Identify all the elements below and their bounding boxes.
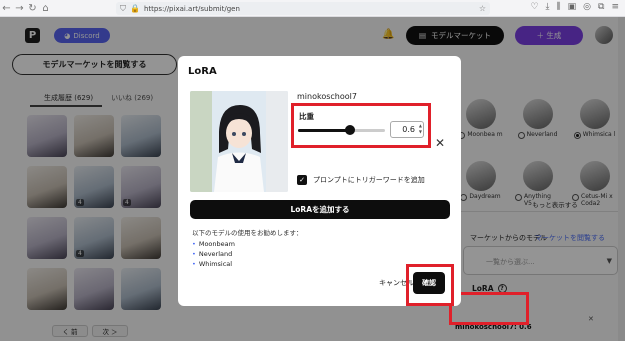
lora-model-name: minokoschool7 [297,92,357,101]
reload-icon[interactable]: ↻ [26,3,39,14]
browser-toolbar: ← → ↻ ⌂ ⛉ 🔒 https://pixai.art/submit/gen… [0,0,625,17]
modal-title: LoRA [188,66,217,77]
list-item: Whimsical [192,259,235,269]
extensions-icon[interactable]: ⧉ [598,2,604,12]
trigger-word-checkbox[interactable]: ✓ [297,175,307,185]
trigger-word-option[interactable]: ✓ プロンプトにトリガーワードを追加 [297,175,425,185]
character-illustration [190,91,288,192]
lora-preview-image [190,91,288,192]
remove-lora-close-icon[interactable]: ✕ [435,136,445,150]
lock-icon: 🔒 [130,4,140,13]
list-item: Neverland [192,249,235,259]
pocket-icon[interactable]: ♡ [530,2,538,12]
download-icon[interactable]: ⤓ [546,2,550,12]
list-item: Moonbeam [192,239,235,249]
account-icon[interactable]: ◎ [583,2,591,12]
library-icon[interactable]: ⫼ [557,2,561,12]
menu-icon[interactable]: ≡ [611,2,619,12]
highlight-box-confirm [406,264,454,306]
recommended-models-list: Moonbeam Neverland Whimsical [192,239,235,269]
url-text: https://pixai.art/submit/gen [143,4,240,13]
bookmark-star-icon[interactable]: ☆ [479,4,486,13]
recommendation-text: 以下のモデルの使用をお勧めします： [192,229,303,237]
shield-icon: ⛉ [120,3,126,13]
sidebar-icon[interactable]: ▣ [568,2,577,12]
home-icon[interactable]: ⌂ [39,3,52,14]
forward-icon[interactable]: → [13,3,26,14]
address-bar[interactable]: ⛉ 🔒 https://pixai.art/submit/gen ☆ [116,2,490,15]
trigger-word-label: プロンプトにトリガーワードを追加 [313,176,425,184]
back-icon[interactable]: ← [0,3,13,14]
highlight-box-chip [449,292,529,325]
lora-modal: LoRA minokoschool7 比重 0.6 ▲ ▼ ✕ ✓ プロンプトにト… [178,56,461,306]
highlight-box-weight [291,103,431,148]
add-lora-button[interactable]: LoRAを追加する [190,200,450,219]
